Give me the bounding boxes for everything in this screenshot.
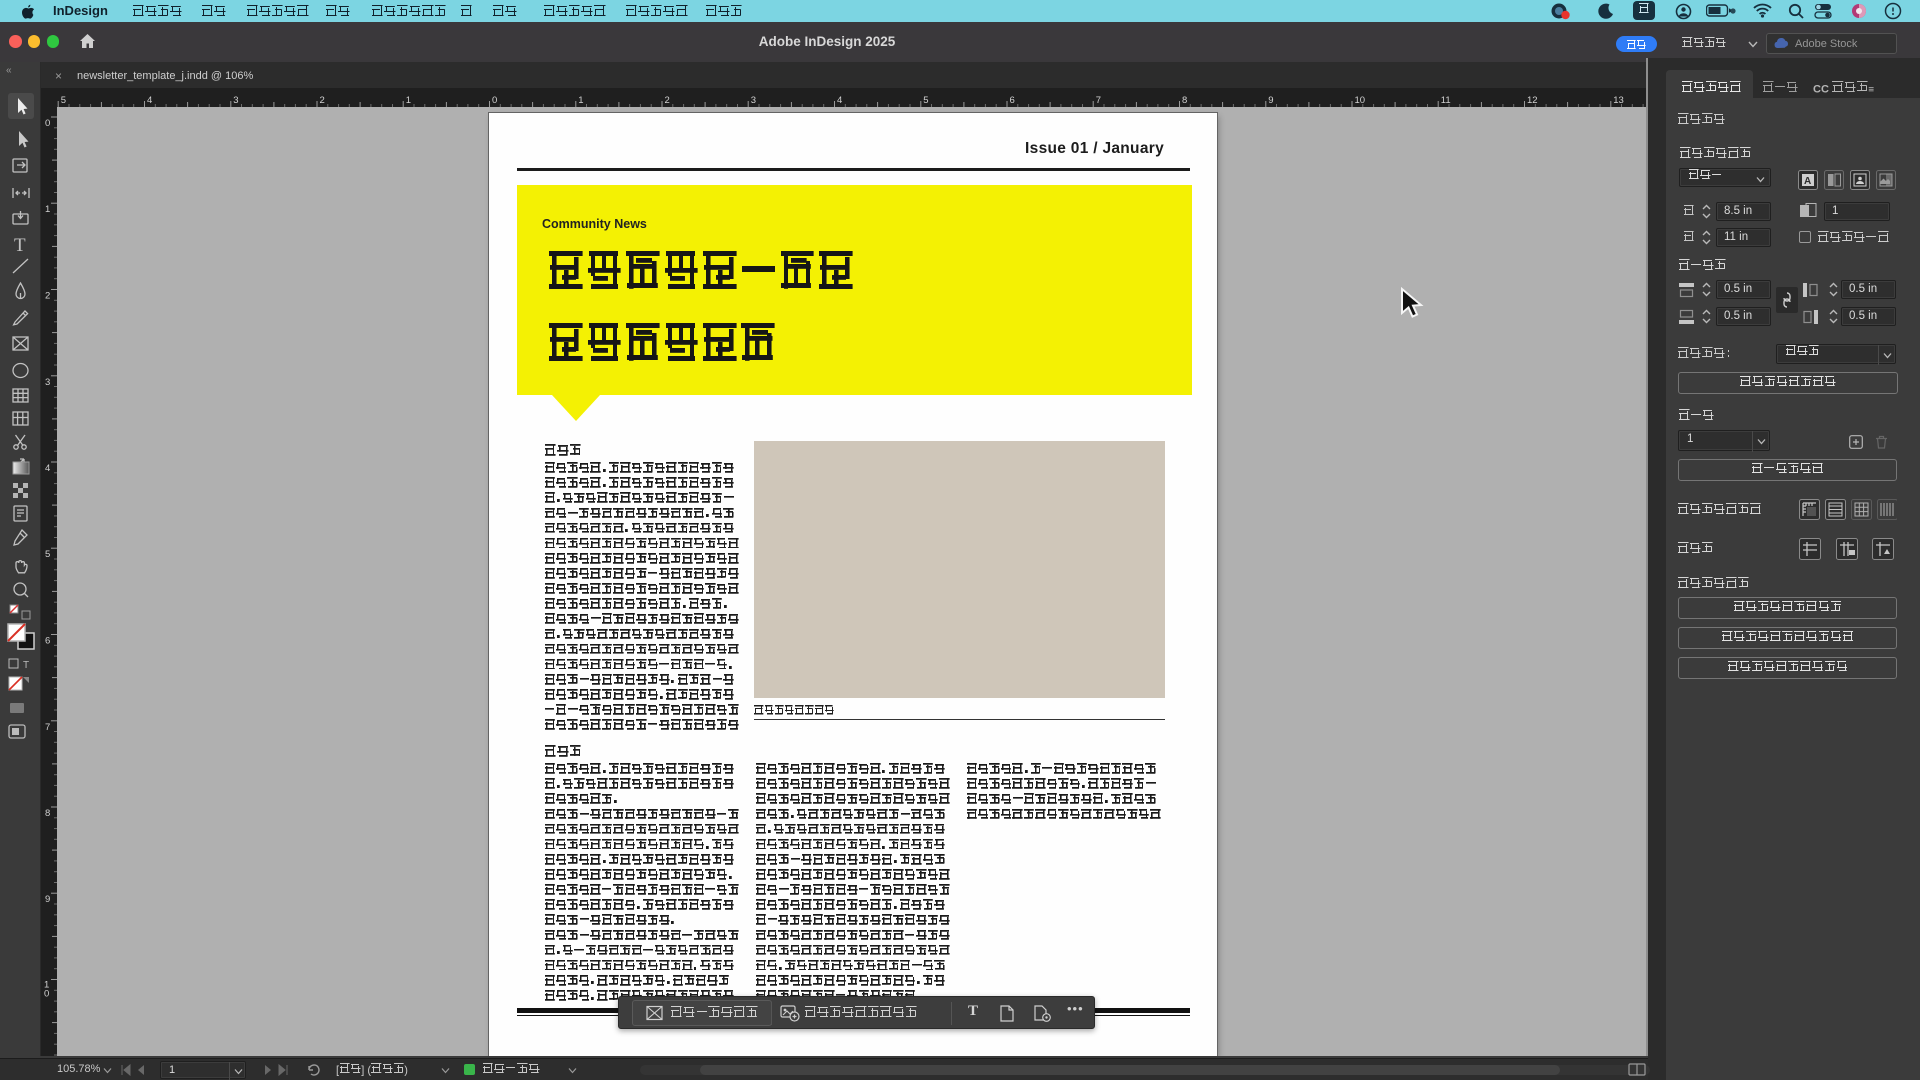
svg-text:7: 7 [45, 722, 50, 733]
svg-text:T: T [23, 660, 29, 671]
svg-text:2: 2 [320, 95, 325, 106]
svg-text:4: 4 [45, 463, 50, 474]
svg-text:8: 8 [45, 808, 50, 819]
svg-text:3: 3 [233, 95, 238, 106]
svg-text:4: 4 [147, 95, 152, 106]
svg-text:8: 8 [1182, 95, 1187, 106]
svg-text:9: 9 [1268, 95, 1273, 106]
svg-text:2: 2 [665, 95, 670, 106]
svg-text:13: 13 [1613, 95, 1624, 106]
svg-text:3: 3 [45, 377, 50, 388]
svg-text:6: 6 [1010, 95, 1015, 106]
svg-text:A: A [1804, 176, 1811, 187]
svg-text:5: 5 [45, 549, 50, 560]
svg-text:12: 12 [1527, 95, 1538, 106]
svg-text:0: 0 [45, 118, 50, 129]
svg-text:4: 4 [837, 95, 842, 106]
svg-text:2: 2 [45, 291, 50, 302]
svg-text:10: 10 [1355, 95, 1366, 106]
svg-text:1: 1 [578, 95, 583, 106]
svg-text:0: 0 [44, 989, 49, 1000]
svg-text:9: 9 [45, 894, 50, 905]
svg-text:1: 1 [406, 95, 411, 106]
svg-text:T: T [14, 235, 26, 256]
svg-text:1: 1 [45, 204, 50, 215]
svg-text:5: 5 [923, 95, 928, 106]
svg-text:5: 5 [61, 95, 66, 106]
svg-text:0: 0 [492, 95, 497, 106]
svg-text:3: 3 [751, 95, 756, 106]
svg-text:7: 7 [1096, 95, 1101, 106]
svg-text:6: 6 [45, 636, 50, 647]
